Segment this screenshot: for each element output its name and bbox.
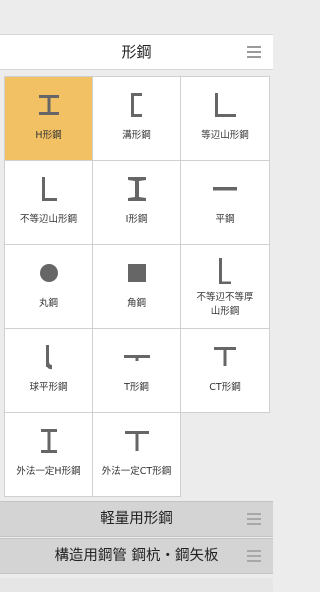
grid-item-i-beam[interactable]: I形鋼 [93, 161, 181, 245]
equal-angle-icon [215, 93, 236, 117]
section-header-light-gauge[interactable]: 軽量用形鋼 [0, 501, 273, 537]
grid-item-bulb-flat[interactable]: 球平形鋼 [5, 329, 93, 413]
grid-item-channel[interactable]: 溝形鋼 [93, 77, 181, 161]
grid-item-label: I形鋼 [125, 214, 148, 225]
square-bar-icon [127, 264, 146, 282]
i-beam-icon [127, 177, 146, 201]
grid-item-label: 丸鋼 [38, 298, 58, 309]
channel-icon [130, 93, 142, 117]
unequal-angle-icon [41, 177, 57, 201]
round-bar-icon [39, 264, 58, 282]
section-title: 形鋼 [121, 43, 152, 61]
grid-item-t-bar[interactable]: T形鋼 [93, 329, 181, 413]
grid-item-equal-angle[interactable]: 等辺山形鋼 [181, 77, 270, 161]
grid-item-ct-section[interactable]: CT形鋼 [181, 329, 270, 413]
grid-item-label: CT形鋼 [209, 382, 241, 393]
fixed-outer-ct-icon [124, 431, 149, 451]
shape-grid: H形鋼 溝形鋼 等辺山形鋼 不等辺山形鋼 I形鋼 平鋼 丸鋼 角鋼 不等辺不等厚… [4, 76, 270, 497]
grid-item-label: 溝形鋼 [122, 130, 151, 141]
grid-item-label: 不等辺山形鋼 [19, 214, 77, 225]
section-header-steel-pipe[interactable]: 構造用鋼管 鋼杭・鋼矢板 [0, 538, 273, 574]
grid-item-label: 外法一定H形鋼 [16, 466, 81, 477]
unequal-thickness-angle-icon [219, 258, 231, 284]
section-title: 構造用鋼管 鋼杭・鋼矢板 [54, 548, 219, 564]
grid-item-fixed-outer-ct[interactable]: 外法一定CT形鋼 [93, 413, 181, 497]
flat-bar-icon [213, 187, 237, 191]
grid-item-label: 平鋼 [215, 214, 235, 225]
drag-handle-icon[interactable] [247, 550, 261, 562]
grid-item-label: 角鋼 [126, 298, 146, 309]
grid-item-unequal-angle[interactable]: 不等辺山形鋼 [5, 161, 93, 245]
section-header-shapes[interactable]: 形鋼 [0, 34, 273, 70]
h-beam-icon [38, 95, 59, 115]
grid-item-h-beam[interactable]: H形鋼 [5, 77, 93, 161]
fixed-outer-h-beam-icon [40, 429, 57, 453]
grid-item-label: T形鋼 [124, 382, 149, 393]
grid-item-label: 不等辺不等厚 山形鋼 [196, 292, 254, 317]
section-title: 軽量用形鋼 [100, 511, 173, 527]
bulb-flat-icon [45, 345, 52, 370]
grid-item-round-bar[interactable]: 丸鋼 [5, 245, 93, 329]
grid-item-flat-bar[interactable]: 平鋼 [181, 161, 270, 245]
t-bar-icon [123, 355, 150, 361]
drag-handle-icon[interactable] [247, 513, 261, 525]
grid-item-unequal-thickness-angle[interactable]: 不等辺不等厚 山形鋼 [181, 245, 270, 329]
grid-item-label: 球平形鋼 [29, 382, 68, 393]
grid-item-label: 等辺山形鋼 [201, 130, 249, 141]
grid-item-square-bar[interactable]: 角鋼 [93, 245, 181, 329]
ct-section-icon [214, 347, 236, 366]
top-spacer [0, 0, 273, 34]
bottom-spacer [0, 578, 273, 592]
grid-item-fixed-outer-h-beam[interactable]: 外法一定H形鋼 [5, 413, 93, 497]
grid-item-label: H形鋼 [35, 130, 62, 141]
drag-handle-icon[interactable] [247, 46, 261, 58]
grid-item-label: 外法一定CT形鋼 [101, 466, 172, 477]
